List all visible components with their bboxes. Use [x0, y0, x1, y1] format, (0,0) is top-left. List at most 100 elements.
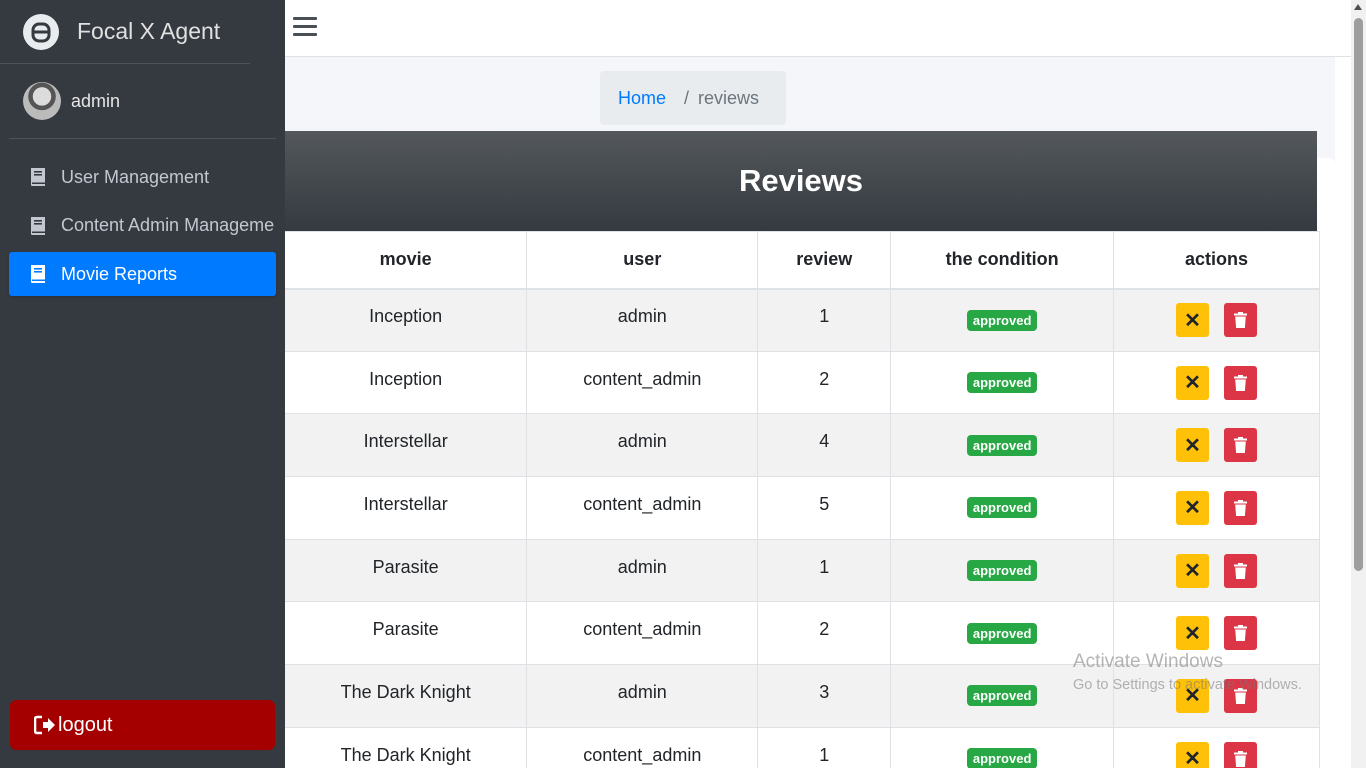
cell-review: 1: [757, 726, 892, 768]
close-icon: ✕: [1184, 748, 1201, 768]
delete-button[interactable]: [1224, 428, 1258, 463]
delete-button[interactable]: [1224, 616, 1258, 651]
cell-condition: approved: [890, 476, 1115, 540]
column-header-actions: actions: [1113, 231, 1320, 290]
trash-icon: [1234, 562, 1248, 579]
cell-user: content_admin: [526, 601, 759, 666]
page-title: Reviews: [738, 163, 864, 198]
close-icon: ✕: [1184, 434, 1201, 457]
status-badge: approved: [966, 434, 1038, 456]
delete-button[interactable]: [1224, 678, 1258, 713]
sidebar-item-label: Content Admin Manageme: [61, 215, 275, 235]
cell-movie: Interstellar: [285, 413, 528, 478]
scroll-up-arrow-icon[interactable]: [1354, 4, 1362, 10]
reject-button[interactable]: ✕: [1176, 490, 1210, 525]
trash-icon: [1234, 750, 1248, 767]
trash-icon: [1234, 374, 1248, 391]
cell-user: admin: [526, 288, 759, 352]
breadcrumb: Home / reviews: [600, 71, 786, 125]
breadcrumb-home-link[interactable]: Home: [618, 88, 666, 109]
close-icon: ✕: [1184, 309, 1201, 332]
cell-review: 2: [757, 350, 892, 415]
reject-button[interactable]: ✕: [1176, 678, 1210, 713]
brand-link[interactable]: Focal X Agent: [0, 0, 250, 64]
cell-movie: Parasite: [285, 601, 528, 666]
status-badge: approved: [966, 372, 1038, 394]
page-scrollbar[interactable]: [1351, 0, 1366, 768]
cell-actions: ✕: [1113, 538, 1320, 603]
trash-icon: [1234, 499, 1248, 516]
cell-condition: approved: [890, 601, 1115, 666]
book-icon: [31, 216, 45, 235]
cell-user: admin: [526, 664, 759, 728]
cell-condition: approved: [890, 413, 1115, 478]
cell-user: admin: [526, 413, 759, 478]
table-row: Interstellar admin 4 approved ✕: [285, 413, 1320, 478]
table-row: Parasite content_admin 2 approved ✕: [285, 601, 1320, 666]
table-row: Inception admin 1 approved ✕: [285, 288, 1320, 352]
reject-button[interactable]: ✕: [1176, 553, 1210, 588]
sidebar-item-label: Movie Reports: [61, 263, 178, 284]
delete-button[interactable]: [1224, 490, 1258, 525]
delete-button[interactable]: [1224, 741, 1258, 768]
cell-user: content_admin: [526, 476, 759, 540]
status-badge: approved: [966, 309, 1038, 331]
reject-button[interactable]: ✕: [1176, 428, 1210, 463]
reviews-table: movie user review the condition actions …: [285, 231, 1320, 768]
menu-toggle-icon[interactable]: [293, 17, 317, 39]
trash-icon: [1234, 437, 1248, 454]
sidebar-item-user-management[interactable]: User Management: [9, 155, 276, 199]
topbar: [285, 0, 1351, 57]
cell-condition: approved: [890, 350, 1115, 415]
trash-icon: [1234, 625, 1248, 642]
reject-button[interactable]: ✕: [1176, 741, 1210, 768]
brand-name: Focal X Agent: [77, 18, 221, 44]
logout-icon: [34, 715, 55, 735]
breadcrumb-current: reviews: [698, 87, 760, 108]
trash-icon: [1234, 687, 1248, 704]
close-icon: ✕: [1184, 497, 1201, 520]
cell-actions: ✕: [1113, 413, 1320, 478]
close-icon: ✕: [1184, 372, 1201, 395]
cell-movie: Parasite: [285, 538, 528, 603]
cell-review: 4: [757, 413, 892, 478]
card-header: Reviews: [285, 131, 1317, 231]
delete-button[interactable]: [1224, 365, 1258, 400]
cell-actions: ✕: [1113, 476, 1320, 540]
table-row: The Dark Knight content_admin 1 approved ✕: [285, 726, 1320, 768]
close-icon: ✕: [1184, 622, 1201, 645]
reject-button[interactable]: ✕: [1176, 365, 1210, 400]
close-icon: ✕: [1184, 560, 1201, 583]
cell-condition: approved: [890, 726, 1115, 768]
breadcrumb-separator: /: [684, 87, 690, 108]
status-badge: approved: [966, 560, 1038, 582]
table-header-row: movie user review the condition actions: [285, 231, 1320, 290]
column-header-movie: movie: [285, 231, 528, 290]
cell-movie: Interstellar: [285, 476, 528, 540]
reject-button[interactable]: ✕: [1176, 303, 1210, 338]
table-row: Parasite admin 1 approved ✕: [285, 538, 1320, 603]
status-badge: approved: [966, 622, 1038, 644]
logout-button[interactable]: logout: [10, 700, 275, 750]
cell-review: 1: [757, 288, 892, 352]
status-badge: approved: [966, 685, 1038, 707]
user-panel[interactable]: admin: [9, 64, 276, 139]
cell-actions: ✕: [1113, 350, 1320, 415]
cell-movie: Inception: [285, 350, 528, 415]
trash-icon: [1234, 312, 1248, 329]
cell-actions: ✕: [1113, 601, 1320, 666]
cell-review: 3: [757, 664, 892, 728]
book-icon: [31, 168, 45, 186]
sidebar-item-content-admin-management[interactable]: Content Admin Manageme: [9, 204, 276, 248]
scroll-thumb[interactable]: [1354, 18, 1363, 571]
cell-movie: The Dark Knight: [285, 664, 528, 728]
sidebar-item-movie-reports[interactable]: Movie Reports: [9, 252, 276, 296]
delete-button[interactable]: [1224, 553, 1258, 588]
brand-logo-icon: [23, 13, 59, 50]
reject-button[interactable]: ✕: [1176, 616, 1210, 651]
cell-actions: ✕: [1113, 726, 1320, 768]
avatar: [23, 82, 61, 120]
sidebar: Focal X Agent admin User Management Cont…: [0, 0, 285, 768]
reviews-card: Reviews movie user review the condition …: [285, 131, 1335, 768]
delete-button[interactable]: [1224, 303, 1258, 338]
